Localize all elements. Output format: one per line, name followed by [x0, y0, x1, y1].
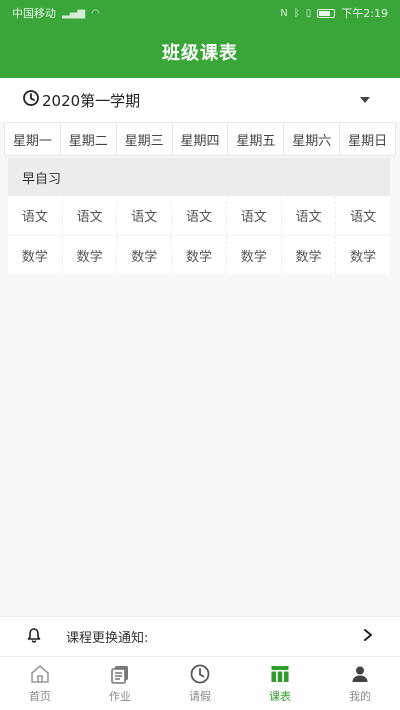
homework-icon — [109, 663, 131, 685]
wifi-icon: ◠ — [91, 7, 100, 19]
weekday-sat: 星期六 — [283, 122, 340, 156]
course-cell[interactable]: 语文 — [336, 196, 390, 234]
course-cell[interactable]: 数学 — [336, 236, 390, 274]
course-cell[interactable]: 数学 — [172, 236, 227, 274]
nfc-icon: N — [280, 7, 288, 19]
tab-mine[interactable]: 我的 — [320, 657, 400, 710]
course-cell[interactable]: 语文 — [282, 196, 337, 234]
timetable-icon — [269, 663, 291, 685]
table-row: 语文 语文 语文 语文 语文 语文 语文 — [8, 196, 390, 234]
tab-home[interactable]: 首页 — [0, 657, 80, 710]
home-icon — [29, 663, 51, 685]
weekday-wed: 星期三 — [115, 122, 172, 156]
bottom-tab-bar: 首页 作业 请假 课表 我的 — [0, 656, 400, 710]
table-row: 数学 数学 数学 数学 数学 数学 数学 — [8, 236, 390, 274]
clock-icon — [22, 89, 40, 111]
course-change-notice[interactable]: 课程更换通知: — [0, 616, 400, 656]
bell-icon — [26, 627, 42, 647]
section-header: 早自习 — [8, 158, 390, 196]
course-cell[interactable]: 数学 — [117, 236, 173, 274]
title-bar: 班级课表 — [0, 26, 400, 78]
course-cell[interactable]: 语文 — [8, 196, 63, 234]
vibrate-icon: ▯ — [305, 7, 312, 19]
course-cell[interactable]: 数学 — [8, 236, 63, 274]
course-cell[interactable]: 数学 — [282, 236, 337, 274]
tab-label: 我的 — [349, 690, 371, 703]
weekday-tue: 星期二 — [59, 122, 116, 156]
status-bar: 中国移动 ▂▄▆ ◠ N ᛒ ▯ 下午2:19 — [0, 0, 400, 26]
tab-leave[interactable]: 请假 — [160, 657, 240, 710]
tab-label: 课表 — [269, 690, 291, 703]
weekday-header: 星期一 星期二 星期三 星期四 星期五 星期六 星期日 — [4, 122, 397, 156]
weekday-sun: 星期日 — [339, 122, 397, 156]
tab-label: 请假 — [189, 690, 211, 703]
clock-icon — [189, 663, 211, 685]
course-cell[interactable]: 语文 — [117, 196, 173, 234]
signal-icon: ▂▄▆ — [62, 7, 86, 19]
user-icon — [349, 663, 371, 685]
term-selector[interactable]: 2020第一学期 — [0, 78, 400, 122]
weekday-thu: 星期四 — [171, 122, 228, 156]
term-label: 2020第一学期 — [42, 91, 141, 110]
weekday-fri: 星期五 — [227, 122, 284, 156]
battery-icon — [317, 8, 336, 18]
course-cell[interactable]: 数学 — [63, 236, 118, 274]
chevron-right-icon[interactable] — [362, 627, 374, 646]
tab-label: 作业 — [109, 690, 131, 703]
bluetooth-icon: ᛒ — [293, 7, 300, 19]
course-cell[interactable]: 语文 — [63, 196, 118, 234]
tab-homework[interactable]: 作业 — [80, 657, 160, 710]
chevron-down-icon[interactable] — [360, 97, 370, 103]
tab-label: 首页 — [29, 690, 51, 703]
clock-time: 下午2:19 — [341, 7, 388, 20]
course-cell[interactable]: 语文 — [172, 196, 227, 234]
weekday-mon: 星期一 — [4, 122, 60, 156]
page-title: 班级课表 — [162, 43, 238, 64]
notice-label: 课程更换通知: — [66, 631, 149, 646]
tab-timetable[interactable]: 课表 — [240, 657, 320, 710]
carrier-label: 中国移动 — [12, 7, 56, 20]
course-cell[interactable]: 数学 — [227, 236, 282, 274]
section-title: 早自习 — [22, 171, 62, 187]
course-cell[interactable]: 语文 — [227, 196, 282, 234]
